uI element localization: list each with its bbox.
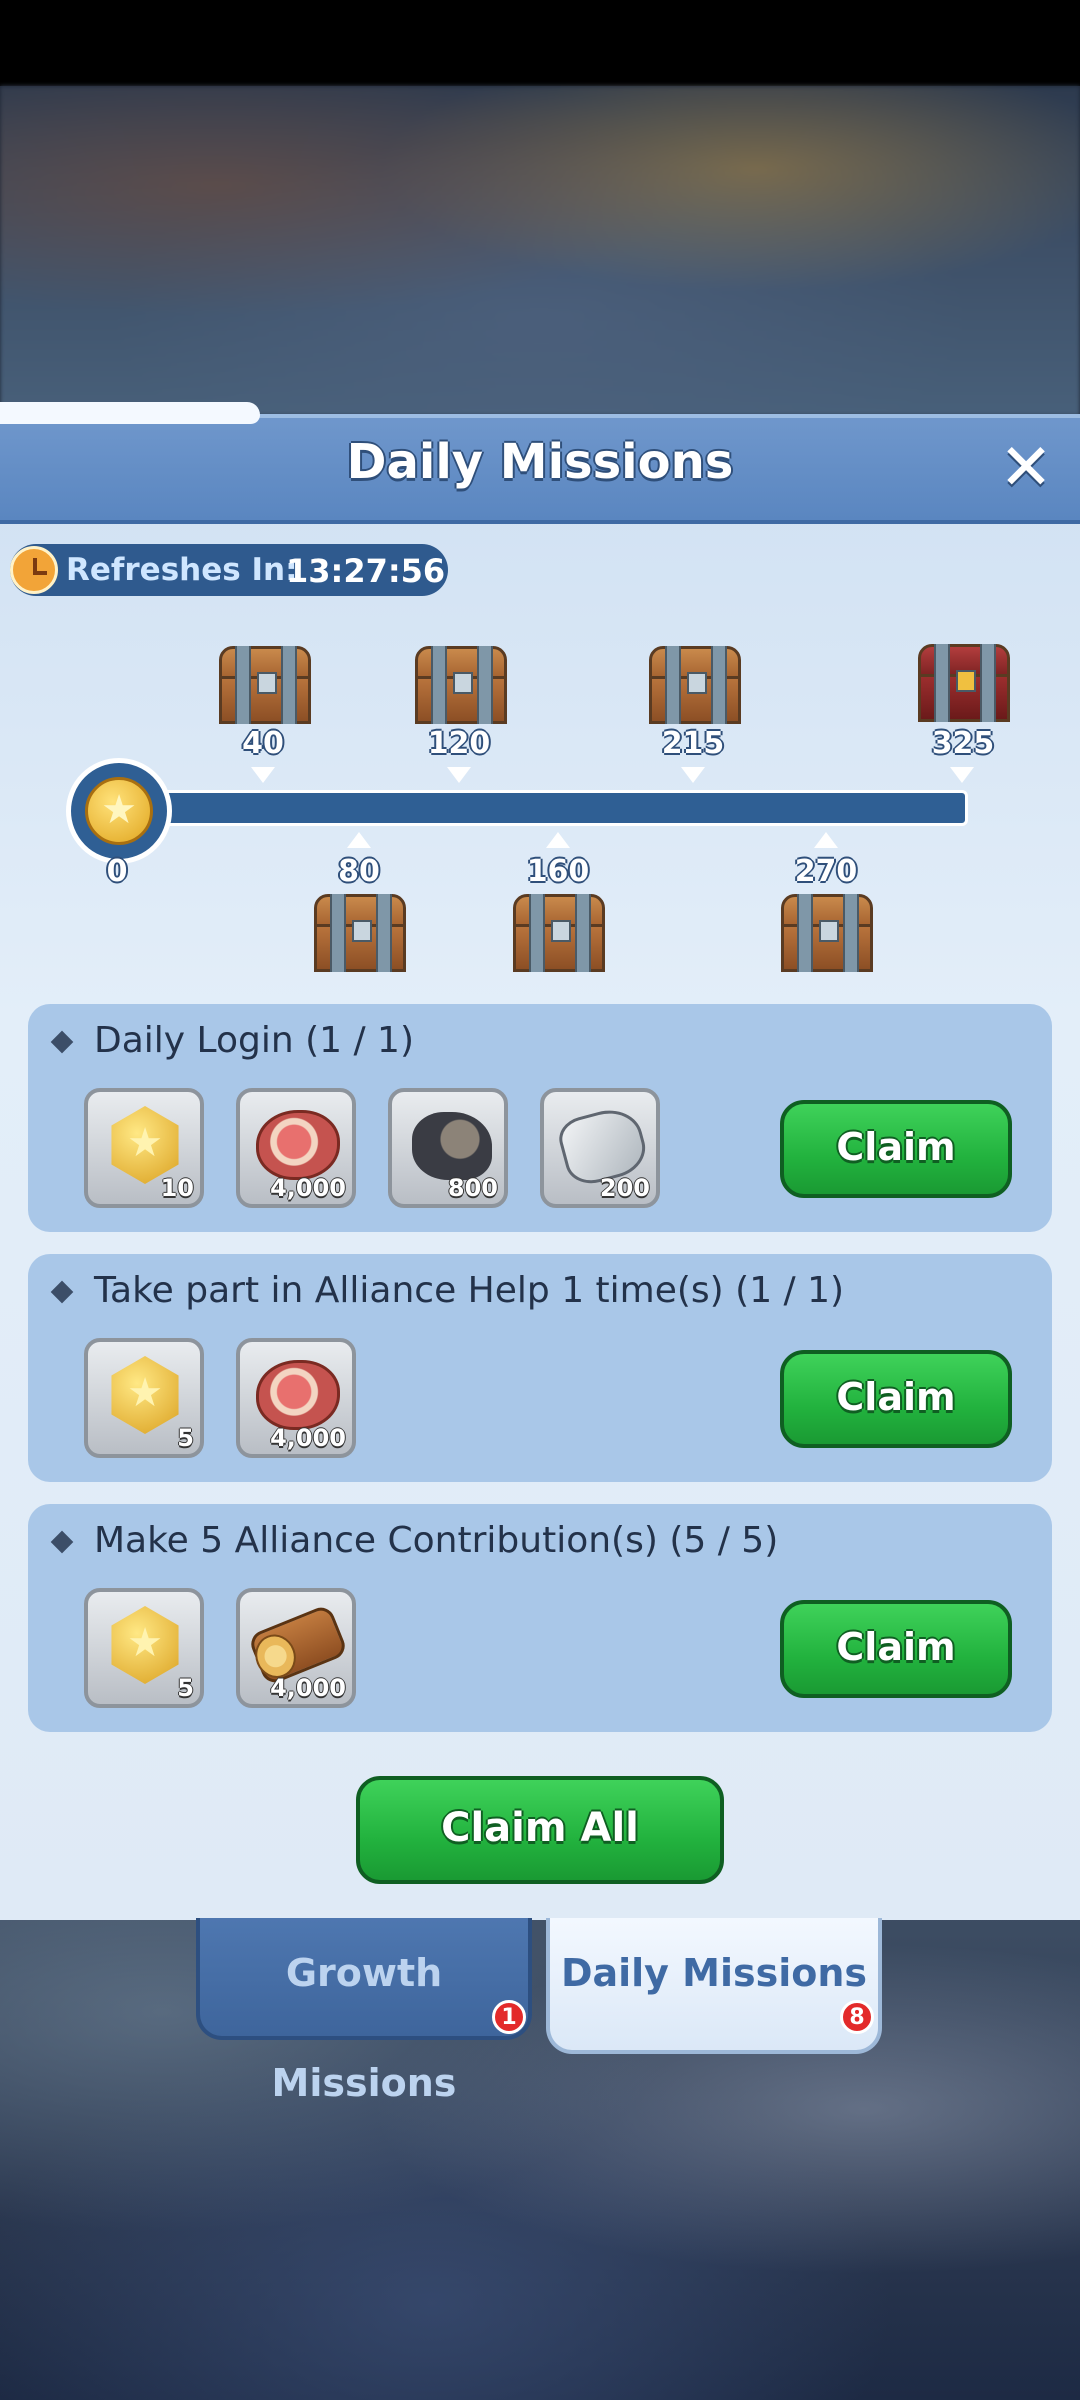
- milestone-label: 325: [931, 726, 995, 761]
- star-coin-icon: ★: [111, 1356, 179, 1434]
- claim-button[interactable]: Claim: [780, 1600, 1012, 1698]
- star-coin-icon: ★: [85, 777, 153, 845]
- reward-quantity: 10: [160, 1174, 194, 1202]
- coal-icon: [412, 1112, 492, 1180]
- claim-button[interactable]: Claim: [780, 1100, 1012, 1198]
- background-scene-top: [0, 86, 1080, 416]
- meat-icon: [256, 1360, 340, 1430]
- reward-item[interactable]: ★ 5: [84, 1588, 204, 1708]
- refresh-time: 13:27:56: [286, 552, 446, 590]
- mission-title: Daily Login (1 / 1): [94, 1020, 415, 1061]
- mission-card: Make 5 Alliance Contribution(s) (5 / 5) …: [28, 1504, 1052, 1732]
- progress-current: 0: [106, 854, 128, 889]
- reward-quantity: 4,000: [270, 1674, 346, 1702]
- tab-label: Growth Missions: [271, 1951, 457, 2105]
- bullet-icon: [50, 1530, 74, 1554]
- chest-icon[interactable]: [415, 646, 507, 724]
- mission-title: Make 5 Alliance Contribution(s) (5 / 5): [94, 1520, 779, 1561]
- snow-decoration: [0, 402, 260, 424]
- reward-item[interactable]: 4,000: [236, 1088, 356, 1208]
- milestone-label: 215: [661, 726, 725, 761]
- star-coin-icon: ★: [111, 1106, 179, 1184]
- notification-badge: 1: [492, 2000, 526, 2034]
- milestone-marker: [814, 832, 838, 848]
- milestone-marker: [681, 767, 705, 783]
- status-bar: [0, 0, 1080, 86]
- milestone-label: 270: [794, 854, 858, 889]
- milestone-label: 40: [242, 726, 284, 761]
- page-title: Daily Missions: [346, 434, 734, 490]
- tab-daily-missions[interactable]: Daily Missions 8: [546, 1918, 882, 2054]
- star-coin-icon: ★: [111, 1606, 179, 1684]
- notification-badge: 8: [840, 2000, 874, 2034]
- reward-quantity: 5: [177, 1424, 194, 1452]
- milestone-marker: [950, 767, 974, 783]
- clock-icon: [10, 546, 58, 594]
- milestone-label: 160: [526, 854, 590, 889]
- reward-quantity: 800: [447, 1174, 498, 1202]
- milestone-marker: [447, 767, 471, 783]
- reward-quantity: 200: [599, 1174, 650, 1202]
- claim-all-button[interactable]: Claim All: [356, 1776, 724, 1884]
- refresh-timer: Refreshes In: 13:27:56: [10, 544, 448, 596]
- milestone-marker: [251, 767, 275, 783]
- reward-item[interactable]: 800: [388, 1088, 508, 1208]
- reward-quantity: 5: [177, 1674, 194, 1702]
- mission-card: Daily Login (1 / 1) ★ 10 4,000 800 200 C…: [28, 1004, 1052, 1232]
- milestone-marker: [347, 832, 371, 848]
- chest-icon[interactable]: [781, 894, 873, 972]
- reward-item[interactable]: 4,000: [236, 1588, 356, 1708]
- red-chest-icon[interactable]: [918, 644, 1010, 722]
- meat-icon: [256, 1110, 340, 1180]
- mission-title: Take part in Alliance Help 1 time(s) (1 …: [94, 1270, 845, 1311]
- tab-growth-missions[interactable]: Growth Missions 1: [196, 1918, 532, 2105]
- points-medal: ★: [66, 758, 172, 864]
- progress-track: [96, 790, 968, 826]
- refresh-label: Refreshes In:: [66, 552, 298, 588]
- reward-item[interactable]: 4,000: [236, 1338, 356, 1458]
- reward-item[interactable]: 200: [540, 1088, 660, 1208]
- chest-icon[interactable]: [513, 894, 605, 972]
- close-icon[interactable]: ✕: [996, 436, 1056, 500]
- claim-button[interactable]: Claim: [780, 1350, 1012, 1448]
- bullet-icon: [50, 1280, 74, 1304]
- mission-card: Take part in Alliance Help 1 time(s) (1 …: [28, 1254, 1052, 1482]
- bullet-icon: [50, 1030, 74, 1054]
- reward-item[interactable]: ★ 5: [84, 1338, 204, 1458]
- reward-quantity: 4,000: [270, 1174, 346, 1202]
- reward-quantity: 4,000: [270, 1424, 346, 1452]
- tab-label: Daily Missions: [560, 1951, 868, 1995]
- chest-icon[interactable]: [219, 646, 311, 724]
- milestone-label: 80: [338, 854, 380, 889]
- background-scene-bottom: [0, 1915, 1080, 2400]
- milestone-marker: [546, 832, 570, 848]
- milestone-label: 120: [427, 726, 491, 761]
- chest-icon[interactable]: [649, 646, 741, 724]
- chest-icon[interactable]: [314, 894, 406, 972]
- reward-item[interactable]: ★ 10: [84, 1088, 204, 1208]
